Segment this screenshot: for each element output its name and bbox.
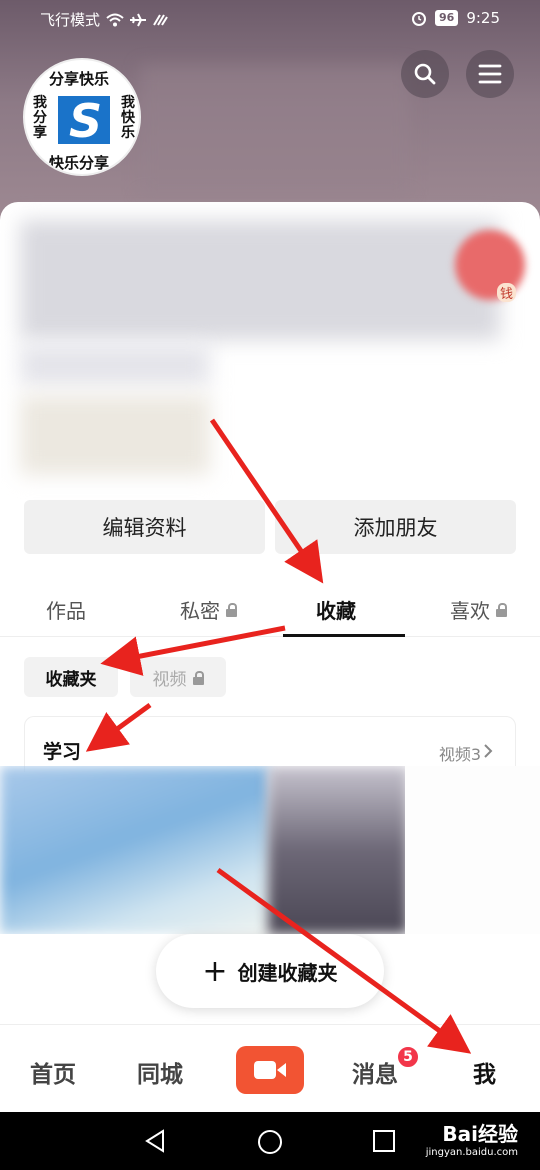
avatar-text-bottom: 快乐分享 [49,154,110,172]
nav-messages[interactable]: 消息 [352,1055,398,1089]
avatar-logo: S [58,94,110,148]
video-chip[interactable]: 视频 [130,657,226,697]
add-friend-button[interactable]: 添加朋友 [275,500,516,554]
create-folder-button[interactable]: + 创建收藏夹 [156,934,384,1008]
chevron-right-icon [484,744,493,758]
nfc-icon [153,13,168,26]
tab-private-label: 私密 [180,599,220,623]
video-chip-label: 视频 [152,669,187,690]
nav-me[interactable]: 我 [473,1055,496,1089]
video-thumbnail [268,766,408,934]
record-button[interactable] [236,1046,304,1094]
blurred-profile-bio [20,345,210,385]
nav-home[interactable]: 首页 [30,1055,76,1089]
back-icon[interactable] [143,1129,167,1153]
system-navigation-bar: Bai经验 jingyan.baidu.com [0,1112,540,1170]
clock: 9:25 [466,9,500,27]
avatar[interactable]: 分享快乐 我分享 我快乐 快乐分享 S [23,58,141,176]
tab-likes[interactable]: 喜欢 [450,595,507,624]
messages-badge: 5 [396,1045,420,1069]
status-bar: 飞行模式 96 9:25 [0,0,540,36]
tab-private[interactable]: 私密 [180,595,237,624]
bottom-navigation: 首页 同城 消息 5 我 [0,1024,540,1112]
video-thumbnail-empty [405,766,540,934]
tab-works-label: 作品 [46,599,86,623]
avatar-text-left: 我分享 [33,95,47,141]
video-thumbnail [0,766,270,934]
collection-count: 视频3 [438,745,481,764]
wifi-icon [106,13,124,26]
tab-favorites[interactable]: 收藏 [316,595,356,624]
recents-icon[interactable] [373,1130,395,1152]
create-folder-label: 创建收藏夹 [237,960,338,985]
airplane-mode-text: 飞行模式 [40,11,101,29]
avatar-logo-letter: S [69,94,103,148]
collection-thumbnails[interactable] [0,766,540,934]
blurred-profile-info [20,220,500,340]
home-icon[interactable] [257,1129,283,1155]
alarm-icon [412,12,426,26]
edit-profile-button[interactable]: 编辑资料 [24,500,265,554]
tab-works[interactable]: 作品 [46,595,86,624]
side-tag-label: 钱 [497,283,517,302]
folder-chip[interactable]: 收藏夹 [24,657,118,697]
lock-icon [226,603,237,617]
tab-favorites-label: 收藏 [316,599,356,623]
airplane-icon [130,13,147,26]
avatar-text-top: 分享快乐 [49,70,110,88]
search-button[interactable] [401,50,449,98]
battery-indicator: 96 [435,10,459,26]
watermark-brand: Bai经验 [442,1122,518,1146]
lock-icon [192,670,204,685]
nav-nearby[interactable]: 同城 [137,1055,183,1089]
search-icon [414,63,436,85]
blurred-profile-tags [20,395,210,475]
profile-tabs: 作品 私密 收藏 喜欢 [0,585,540,637]
menu-icon [478,64,502,84]
active-tab-indicator [283,634,405,637]
avatar-text-right: 我快乐 [121,95,135,141]
video-camera-icon [254,1061,286,1079]
menu-button[interactable] [466,50,514,98]
collection-title: 学习 [43,741,82,763]
collection-card[interactable]: 学习 视频3 [24,716,516,772]
lock-icon [496,603,507,617]
watermark-url: jingyan.baidu.com [425,1147,518,1158]
plus-icon: + [202,953,228,989]
baidu-jingyan-watermark: Bai经验 jingyan.baidu.com [426,1118,518,1158]
blurred-profile-name [140,65,410,195]
tab-likes-label: 喜欢 [450,599,490,623]
